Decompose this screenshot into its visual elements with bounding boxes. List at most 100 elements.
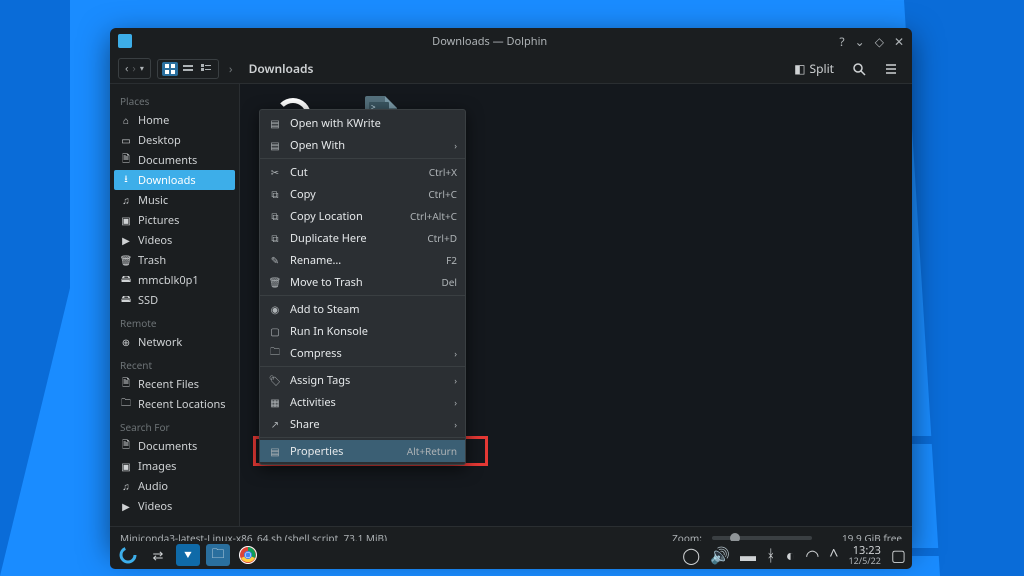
- app-icon: [118, 34, 132, 48]
- sidebar-item-icon: ⭳: [120, 174, 132, 186]
- menu-item-duplicate-here[interactable]: ⧉Duplicate HereCtrl+D: [260, 227, 465, 249]
- sidebar-item-recent-locations[interactable]: 🗀Recent Locations: [110, 394, 239, 414]
- back-button[interactable]: ‹: [125, 61, 128, 76]
- sidebar-item-audio[interactable]: ♫Audio: [110, 476, 239, 496]
- context-menu: ▤Open with KWrite▤Open With›✂CutCtrl+X⧉C…: [259, 109, 466, 465]
- sidebar-item-documents[interactable]: 🗎Documents: [110, 150, 239, 170]
- submenu-arrow-icon: ›: [454, 347, 457, 360]
- sidebar-item-pictures[interactable]: ▣Pictures: [110, 210, 239, 230]
- menu-item-label: Rename…: [290, 253, 438, 268]
- menu-item-cut[interactable]: ✂CutCtrl+X: [260, 161, 465, 183]
- nav-buttons: ‹ › ▾: [118, 58, 151, 79]
- split-icon: ◧: [794, 60, 805, 77]
- menu-item-copy[interactable]: ⧉CopyCtrl+C: [260, 183, 465, 205]
- menu-item-icon: ▢: [268, 324, 282, 338]
- menu-item-share[interactable]: ↗Share›: [260, 413, 465, 435]
- tray-show-desktop-icon[interactable]: ▢: [891, 544, 906, 566]
- taskbar-discover[interactable]: ⯆: [176, 544, 200, 566]
- sidebar-item-icon: ▣: [120, 460, 132, 472]
- sidebar-item-videos[interactable]: ▶Videos: [110, 496, 239, 516]
- taskbar-clock[interactable]: 13:23 12/5/22: [848, 545, 880, 565]
- sidebar-item-videos[interactable]: ▶Videos: [110, 230, 239, 250]
- tray-bluetooth-icon[interactable]: ᚼ: [766, 544, 776, 566]
- section-remote: Remote: [110, 310, 239, 332]
- split-button[interactable]: ◧ Split: [788, 58, 840, 79]
- menu-item-label: Add to Steam: [290, 302, 457, 317]
- sidebar-item-network[interactable]: ⊕Network: [110, 332, 239, 352]
- search-icon: [852, 62, 866, 76]
- sidebar-item-label: Documents: [138, 439, 197, 454]
- menu-separator: [260, 366, 465, 367]
- submenu-arrow-icon: ›: [454, 396, 457, 409]
- menu-item-icon: 🗀: [268, 344, 282, 362]
- menu-item-move-to-trash[interactable]: 🗑Move to TrashDel: [260, 271, 465, 293]
- details-view-button[interactable]: [198, 62, 214, 76]
- menu-item-icon: ▤: [268, 138, 282, 152]
- sidebar-item-ssd[interactable]: 🖴SSD: [110, 290, 239, 310]
- app-launcher[interactable]: [116, 544, 140, 566]
- section-recent: Recent: [110, 352, 239, 374]
- sidebar-item-label: Videos: [138, 499, 172, 514]
- tray-steam-icon[interactable]: ◯: [682, 544, 700, 566]
- taskbar-dolphin[interactable]: 🗀: [206, 544, 230, 566]
- sidebar-item-trash[interactable]: 🗑Trash: [110, 250, 239, 270]
- sidebar-item-label: Audio: [138, 479, 168, 494]
- menu-item-label: Move to Trash: [290, 275, 433, 290]
- sidebar-item-home[interactable]: ⌂Home: [110, 110, 239, 130]
- sidebar-item-label: Downloads: [138, 173, 196, 188]
- sidebar-item-icon: ▭: [120, 134, 132, 146]
- sidebar-item-images[interactable]: ▣ Images: [110, 456, 239, 476]
- menu-item-rename[interactable]: ✎Rename…F2: [260, 249, 465, 271]
- menu-item-open-with[interactable]: ▤Open With›: [260, 134, 465, 156]
- menu-item-open-with-kwrite[interactable]: ▤Open with KWrite: [260, 112, 465, 134]
- nav-dropdown[interactable]: ▾: [140, 63, 144, 74]
- sidebar-item-label: Images: [138, 459, 176, 474]
- help-button[interactable]: ?: [839, 33, 844, 50]
- tray-volume-icon[interactable]: 🔊: [710, 544, 730, 566]
- taskbar-chrome[interactable]: [236, 544, 260, 566]
- breadcrumb[interactable]: Downloads: [249, 60, 314, 77]
- icons-view-button[interactable]: [162, 62, 178, 76]
- sidebar-item-label: mmcblk0p1: [138, 273, 199, 288]
- menu-button[interactable]: [878, 60, 904, 78]
- sidebar-item-music[interactable]: ♫Music: [110, 190, 239, 210]
- menu-item-label: Cut: [290, 165, 421, 180]
- search-button[interactable]: [846, 60, 872, 78]
- menu-separator: [260, 158, 465, 159]
- minimize-button[interactable]: ⌄: [855, 33, 865, 50]
- menu-item-add-to-steam[interactable]: ◉ Add to Steam: [260, 298, 465, 320]
- maximize-button[interactable]: ◇: [875, 33, 884, 50]
- menu-item-assign-tags[interactable]: 🏷Assign Tags›: [260, 369, 465, 391]
- forward-button[interactable]: ›: [132, 61, 135, 76]
- menu-item-run-in-konsole[interactable]: ▢Run In Konsole: [260, 320, 465, 342]
- tray-night-icon[interactable]: ◐: [786, 544, 796, 566]
- sidebar-item-documents[interactable]: 🗎Documents: [110, 436, 239, 456]
- close-button[interactable]: ✕: [894, 33, 904, 50]
- sidebar-item-icon: ♫: [120, 194, 132, 206]
- menu-item-shortcut: Ctrl+C: [428, 187, 457, 201]
- menu-item-label: Assign Tags: [290, 373, 446, 388]
- tray-wifi-icon[interactable]: ◠: [805, 544, 819, 566]
- menu-item-compress[interactable]: 🗀Compress›: [260, 342, 465, 364]
- menu-item-activities[interactable]: ▦Activities›: [260, 391, 465, 413]
- sidebar-item-mmcblk0p1[interactable]: 🖴mmcblk0p1: [110, 270, 239, 290]
- sidebar-item-desktop[interactable]: ▭ Desktop: [110, 130, 239, 150]
- sidebar-item-icon: 🗎: [120, 154, 132, 166]
- taskbar-settings[interactable]: ⇄: [146, 544, 170, 566]
- menu-item-copy-location[interactable]: ⧉Copy LocationCtrl+Alt+C: [260, 205, 465, 227]
- zoom-slider[interactable]: [712, 536, 812, 540]
- menu-item-shortcut: F2: [446, 253, 457, 267]
- tray-battery-icon[interactable]: ▬: [740, 544, 756, 566]
- menu-item-properties[interactable]: ▤PropertiesAlt+Return: [260, 440, 465, 462]
- sidebar-item-icon: 🗑: [120, 254, 132, 266]
- menu-item-icon: ◉: [268, 302, 282, 316]
- section-search: Search For: [110, 414, 239, 436]
- section-places: Places: [110, 88, 239, 110]
- compact-view-button[interactable]: [180, 62, 196, 76]
- sidebar-item-label: Desktop: [138, 133, 181, 148]
- submenu-arrow-icon: ›: [454, 139, 457, 152]
- sidebar-item-icon: 🗀: [120, 398, 132, 410]
- sidebar-item-recent-files[interactable]: 🗎Recent Files: [110, 374, 239, 394]
- sidebar-item-downloads[interactable]: ⭳ Downloads: [114, 170, 235, 190]
- tray-chevron-up-icon[interactable]: ^: [829, 544, 838, 566]
